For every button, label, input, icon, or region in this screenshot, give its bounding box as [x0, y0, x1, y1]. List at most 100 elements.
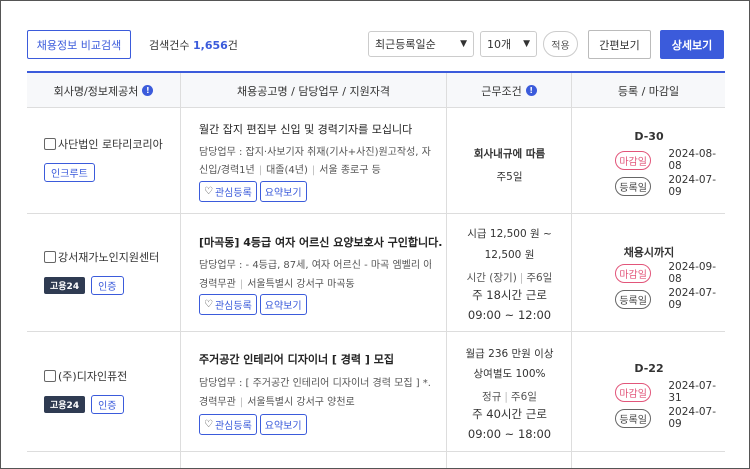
d-day: 채용시까지 [623, 246, 675, 259]
d-day: D-22 [634, 362, 664, 375]
select-checkbox[interactable] [44, 138, 56, 150]
info-icon[interactable]: ! [142, 85, 154, 96]
job-title-link[interactable]: [마곡동] 4등급 여자 어르신 요양보호사 구인합니다. [199, 234, 442, 250]
job-qualification: 경력무관 | 서울특별시 강서구 양천로 [199, 397, 355, 408]
source-badges: 고용24 인증 [44, 276, 124, 295]
detail-view-button[interactable]: 상세보기 [660, 30, 724, 59]
company-name-label: (주)디자인퓨전 [58, 370, 128, 383]
work-time: 09:00 ~ 18:00 [467, 427, 552, 441]
conditions-cell: 회사내규에 따름 주5일 [446, 108, 571, 213]
registered-row: 등록일 2024-07-09 [615, 406, 725, 430]
registered-date: 2024-07-09 [668, 174, 717, 198]
deadline-row: 마감일 2024-07-31 [615, 380, 725, 404]
interest-button[interactable]: ♡ 관심등록 [199, 181, 257, 202]
work-days: 주5일 [496, 171, 523, 183]
heart-icon: ♡ [204, 186, 213, 197]
header-company: 회사명/정보제공처 ! [27, 73, 180, 108]
conditions-cell [446, 452, 571, 468]
header-dates-label: 등록 / 마감일 [617, 84, 680, 98]
wage-range: 월급 236 만원 이상 [465, 348, 554, 360]
sort-select[interactable]: 최근등록일순 ▼ [368, 31, 474, 57]
registered-row: 등록일 2024-07-09 [615, 174, 725, 198]
company-cell: (주)디자인퓨전 고용24 인증 [27, 332, 180, 451]
company-cell [27, 452, 180, 468]
registered-pill: 등록일 [615, 408, 652, 428]
registered-pill: 등록일 [615, 289, 652, 309]
info-icon[interactable]: ! [525, 85, 537, 96]
deadline-pill: 마감일 [615, 382, 652, 402]
apply-button[interactable]: 적용 [543, 31, 578, 57]
interest-button[interactable]: ♡ 관심등록 [199, 414, 257, 435]
qual-career: 신입/경력1년 [199, 165, 255, 176]
result-count-suffix: 건 [227, 39, 238, 52]
interest-label: 관심등록 [214, 421, 252, 432]
wage-range-end: 12,500 원 [484, 249, 535, 261]
summary-button[interactable]: 요약보기 [259, 294, 307, 315]
company-name[interactable]: 사단법인 로타리코리아 [44, 136, 163, 152]
table-row: 강서재가노인지원센터 고용24 인증 [마곡동] 4등급 여자 어르신 요양보호… [27, 214, 725, 332]
company-name[interactable]: (주)디자인퓨전 [44, 368, 127, 384]
dates-cell [571, 452, 725, 468]
job-cell: 월간 잡지 편집부 신입 및 경력기자를 모십니다 담당업무 : 잡지·사보기자… [180, 108, 446, 213]
deadline-date: 2024-09-08 [668, 261, 717, 285]
job-title-link[interactable]: 주거공간 인테리어 디자이너 [ 경력 ] 모집 [199, 351, 394, 367]
company-cell: 강서재가노인지원센터 고용24 인증 [27, 214, 180, 331]
employment-type-label: 정규 [482, 391, 502, 403]
summary-button[interactable]: 요약보기 [259, 181, 307, 202]
header-company-label: 회사명/정보제공처 [53, 84, 139, 98]
d-day: D-30 [634, 130, 664, 143]
qual-education: 대졸(4년) [266, 165, 308, 176]
job-cell [180, 452, 446, 468]
interest-button[interactable]: ♡ 관심등록 [199, 294, 257, 315]
job-cell: 주거공간 인테리어 디자이너 [ 경력 ] 모집 담당업무 : [ 주거공간 인… [180, 332, 446, 451]
deadline-row: 마감일 2024-08-08 [615, 148, 725, 172]
chevron-down-icon: ▼ [460, 39, 467, 49]
employment-type: 시간 (장기) | 주6일 [466, 272, 553, 284]
header-conditions-label: 근무조건 [481, 84, 522, 98]
deadline-date: 2024-08-08 [668, 148, 717, 172]
search-results-panel: 채용정보 비교검색 검색건수 1,656건 최근등록일순 ▼ 10개 ▼ 적용 … [0, 0, 750, 469]
source-badge-incruit[interactable]: 인크루트 [44, 163, 95, 182]
job-table: 회사명/정보제공처 ! 채용공고명 / 담당업무 / 지원자격 근무조건 ! 등… [27, 71, 725, 468]
interest-label: 관심등록 [214, 301, 252, 312]
job-actions: ♡ 관심등록 요약보기 [199, 414, 307, 435]
company-name-label: 강서재가노인지원센터 [58, 251, 160, 264]
qual-location: 서울 종로구 등 [319, 165, 381, 176]
summary-button[interactable]: 요약보기 [259, 414, 307, 435]
chevron-down-icon: ▼ [523, 39, 530, 49]
salary: 회사내규에 따름 [473, 148, 546, 160]
company-name[interactable]: 강서재가노인지원센터 [44, 249, 159, 265]
dates-cell: D-22 마감일 2024-07-31 등록일 2024-07-09 [571, 332, 725, 451]
job-duty: 담당업무 : 잡지·사보기자 취재(기사+사진)원고작성, 자... [199, 147, 431, 158]
registered-pill: 등록일 [615, 176, 652, 196]
registered-row: 등록일 2024-07-09 [615, 287, 725, 311]
result-count-label: 검색건수 [149, 39, 190, 52]
job-duty: 담당업무 : - 4등급, 87세, 여자 어르신 - 마곡 엠벨리 아... [199, 260, 431, 271]
dates-cell: D-30 마감일 2024-08-08 등록일 2024-07-09 [571, 108, 725, 213]
employment-type-label: 시간 (장기) [466, 272, 517, 284]
wage-range: 시급 12,500 원 ~ [467, 228, 552, 240]
compare-search-button[interactable]: 채용정보 비교검색 [27, 30, 131, 59]
dates-cell: 채용시까지 마감일 2024-09-08 등록일 2024-07-09 [571, 214, 725, 331]
work-time: 09:00 ~ 12:00 [467, 308, 552, 322]
conditions-cell: 시급 12,500 원 ~ 12,500 원 시간 (장기) | 주6일 주 18시… [446, 214, 571, 331]
bonus: 상여별도 100% [473, 368, 546, 380]
simple-view-button[interactable]: 간편보기 [588, 30, 651, 59]
table-row: 사단법인 로타리코리아 인크루트 월간 잡지 편집부 신입 및 경력기자를 모십… [27, 108, 725, 214]
source-badges: 고용24 인증 [44, 395, 124, 414]
certified-badge[interactable]: 인증 [91, 276, 124, 295]
job-title-link[interactable]: 월간 잡지 편집부 신입 및 경력기자를 모십니다 [199, 121, 412, 137]
company-name-label: 사단법인 로타리코리아 [58, 138, 163, 151]
deadline-pill: 마감일 [615, 263, 652, 283]
header-job-label: 채용공고명 / 담당업무 / 지원자격 [237, 84, 390, 98]
registered-date: 2024-07-09 [668, 406, 717, 430]
select-checkbox[interactable] [44, 251, 56, 263]
header-conditions: 근무조건 ! [446, 73, 571, 108]
qual-career: 경력무관 [199, 279, 236, 290]
page-size-select[interactable]: 10개 ▼ [480, 31, 537, 57]
work-days: 주6일 [526, 272, 553, 284]
select-checkbox[interactable] [44, 370, 56, 382]
source-badges: 인크루트 [44, 163, 95, 182]
deadline-pill: 마감일 [615, 150, 652, 170]
certified-badge[interactable]: 인증 [91, 395, 124, 414]
